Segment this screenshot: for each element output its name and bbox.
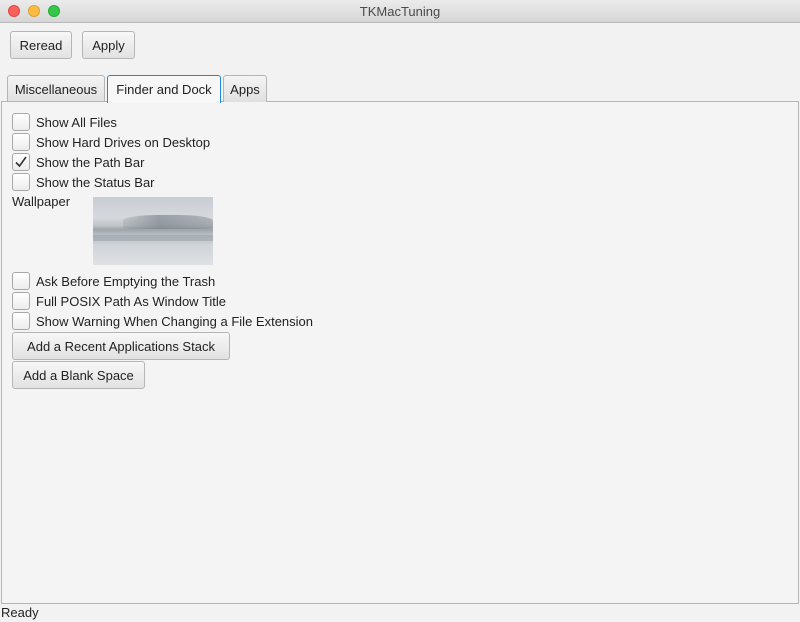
show-path-bar-row[interactable]: Show the Path Bar [12, 153, 144, 171]
show-extension-warning-row[interactable]: Show Warning When Changing a File Extens… [12, 312, 313, 330]
show-extension-warning-label: Show Warning When Changing a File Extens… [36, 313, 313, 329]
tab-apps[interactable]: Apps [223, 75, 267, 102]
show-status-bar-row[interactable]: Show the Status Bar [12, 173, 155, 191]
show-hard-drives-label: Show Hard Drives on Desktop [36, 134, 211, 150]
ask-before-emptying-trash-checkbox[interactable] [12, 272, 30, 290]
wallpaper-trees-shape [123, 215, 213, 229]
show-all-files-label: Show All Files [36, 114, 117, 130]
tab-finder-and-dock[interactable]: Finder and Dock [107, 75, 221, 103]
show-all-files-row[interactable]: Show All Files [12, 113, 117, 131]
checkmark-icon [15, 156, 27, 168]
ask-before-emptying-trash-row[interactable]: Ask Before Emptying the Trash [12, 272, 215, 290]
show-path-bar-label: Show the Path Bar [36, 154, 145, 170]
window-title: TKMacTuning [359, 4, 441, 19]
wallpaper-water-shape [93, 235, 213, 241]
show-all-files-checkbox[interactable] [12, 113, 30, 131]
title-bar[interactable]: TKMacTuning [0, 0, 800, 23]
full-posix-path-label: Full POSIX Path As Window Title [36, 293, 227, 309]
tab-miscellaneous[interactable]: Miscellaneous [7, 75, 105, 102]
wallpaper-thumbnail[interactable] [93, 197, 213, 265]
show-path-bar-checkbox[interactable] [12, 153, 30, 171]
show-hard-drives-row[interactable]: Show Hard Drives on Desktop [12, 133, 210, 151]
full-posix-path-row[interactable]: Full POSIX Path As Window Title [12, 292, 226, 310]
show-status-bar-checkbox[interactable] [12, 173, 30, 191]
show-status-bar-label: Show the Status Bar [36, 174, 155, 190]
full-posix-path-checkbox[interactable] [12, 292, 30, 310]
wallpaper-label: Wallpaper [12, 194, 71, 209]
show-hard-drives-checkbox[interactable] [12, 133, 30, 151]
show-extension-warning-checkbox[interactable] [12, 312, 30, 330]
status-bar-text: Ready [1, 605, 39, 620]
ask-before-emptying-trash-label: Ask Before Emptying the Trash [36, 273, 216, 289]
add-recent-applications-stack-button[interactable]: Add a Recent Applications Stack [12, 332, 230, 360]
reread-button[interactable]: Reread [10, 31, 72, 59]
apply-button[interactable]: Apply [82, 31, 135, 59]
app-window: TKMacTuning Reread Apply Miscellaneous F… [0, 0, 800, 622]
add-blank-space-button[interactable]: Add a Blank Space [12, 361, 145, 389]
